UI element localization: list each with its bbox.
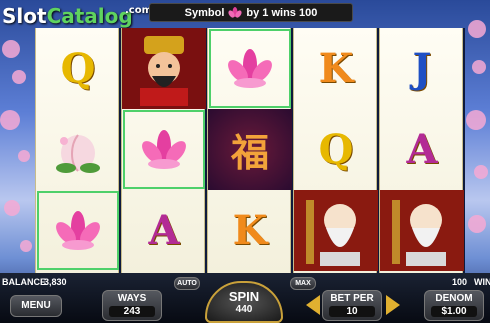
win-message-bar: Symbol by 1 wins 100 — [149, 3, 353, 22]
site-logo: SlotCatalog .com — [2, 4, 153, 28]
symbol-longevity-sage — [294, 190, 378, 271]
symbol-k: K — [232, 207, 268, 254]
balance-label: BALANCE — [2, 277, 46, 287]
bet-per-button[interactable]: BET PER 10 — [322, 290, 382, 321]
reel-3: 福 K — [207, 28, 292, 273]
denom-button[interactable]: DENOM $1.00 — [424, 290, 484, 321]
bet-increase-arrow-icon[interactable] — [386, 295, 400, 315]
win-message-text: by 1 wins 100 — [246, 6, 318, 19]
symbol-j: J — [412, 45, 432, 92]
win-symbol-label: Symbol — [184, 6, 225, 19]
spin-button[interactable]: SPIN 440 — [205, 281, 283, 323]
symbol-lotus — [122, 109, 206, 190]
reel-1: Q — [35, 28, 119, 273]
symbol-q: Q — [318, 126, 354, 173]
balance-value: 3,830 — [44, 277, 67, 287]
reel-area: Q A 福 K K Q J A — [35, 28, 465, 273]
symbol-longevity-sage — [380, 190, 464, 271]
symbol-k: K — [318, 45, 354, 92]
symbol-fu-character: 福 — [208, 109, 292, 190]
symbol-peach — [36, 109, 120, 190]
max-bet-button[interactable]: MAX — [290, 277, 316, 290]
reel-5: J A — [379, 28, 464, 273]
win-value: 100 — [452, 277, 468, 287]
auto-button[interactable]: AUTO — [174, 277, 200, 290]
reel-4: K Q — [293, 28, 378, 273]
symbol-god-of-wealth — [122, 28, 206, 109]
bet-decrease-arrow-icon[interactable] — [306, 295, 320, 315]
symbol-lotus — [208, 28, 292, 109]
win-label: WIN — [474, 277, 490, 287]
ways-button[interactable]: WAYS 243 — [102, 290, 162, 321]
symbol-lotus — [36, 190, 120, 271]
symbol-q: Q — [60, 45, 96, 92]
lotus-flower-icon — [228, 6, 242, 18]
reel-2: A — [121, 28, 206, 273]
menu-button[interactable]: MENU — [10, 295, 62, 317]
control-panel: BALANCE 3,830 MENU WAYS 243 AUTO SPIN 44… — [0, 273, 490, 323]
symbol-a: A — [148, 207, 180, 254]
symbol-a: A — [406, 126, 438, 173]
